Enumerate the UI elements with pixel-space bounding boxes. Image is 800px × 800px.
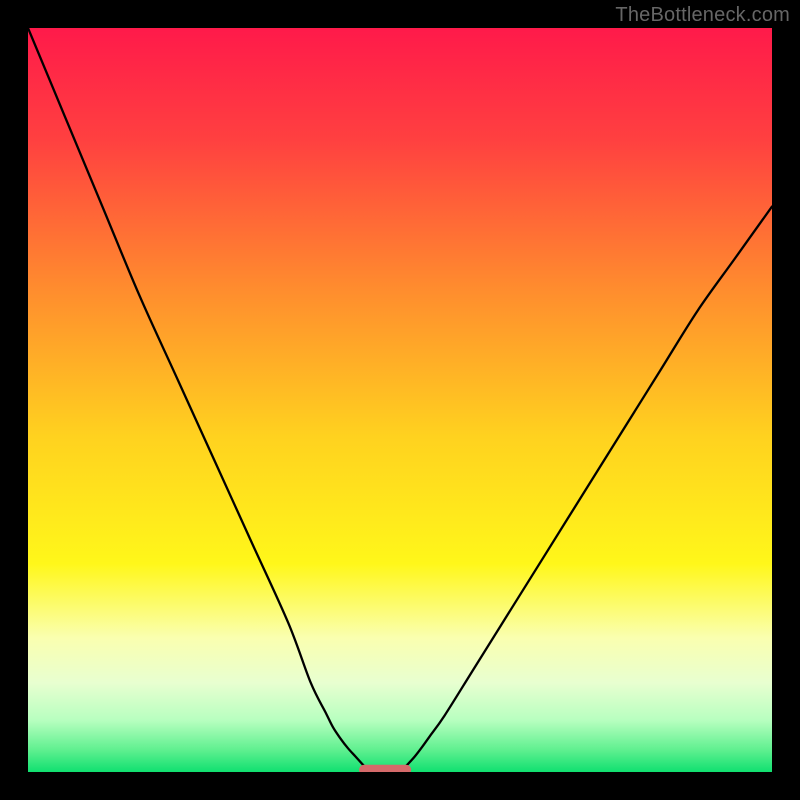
watermark-text: TheBottleneck.com bbox=[615, 4, 790, 27]
gradient-background bbox=[28, 28, 772, 772]
chart-frame: TheBottleneck.com bbox=[0, 0, 800, 800]
minimum-marker bbox=[359, 765, 411, 772]
bottleneck-chart bbox=[28, 28, 772, 772]
